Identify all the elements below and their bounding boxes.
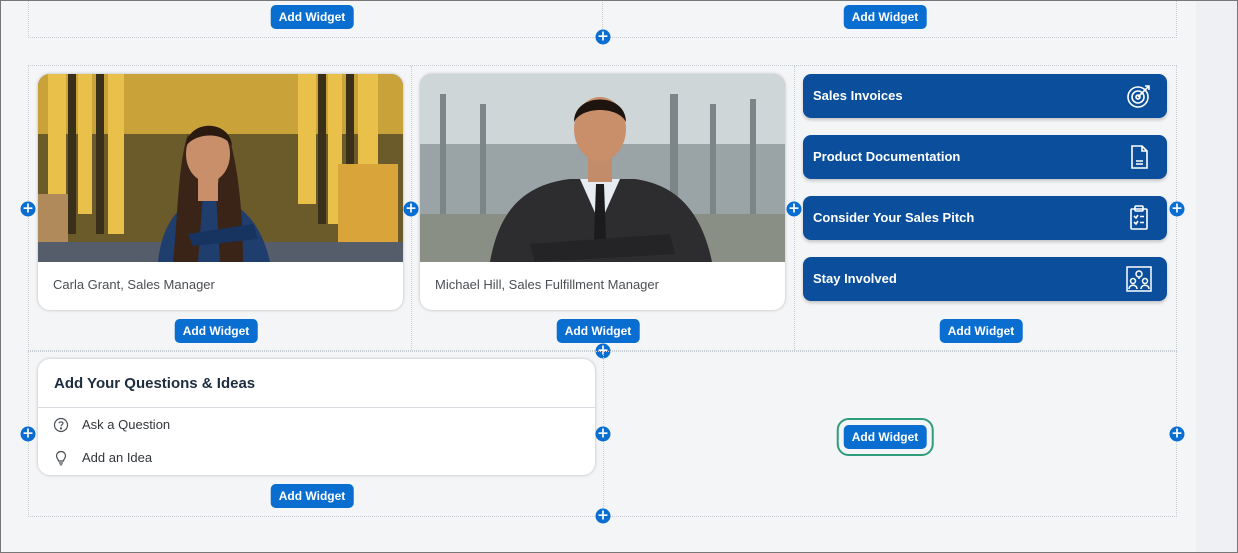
right-gutter xyxy=(1196,0,1237,552)
add-widget-button-highlighted[interactable]: Add Widget xyxy=(836,418,934,456)
tile-stay-involved[interactable]: Stay Involved xyxy=(803,257,1167,301)
tile-label: Stay Involved xyxy=(813,271,897,286)
add-widget-button[interactable]: Add Widget xyxy=(270,484,354,508)
add-widget-button[interactable]: Add Widget xyxy=(270,5,354,29)
add-column-plus-icon[interactable]: + xyxy=(20,426,36,442)
add-column-plus-icon[interactable]: + xyxy=(20,201,36,217)
person-card[interactable]: Michael Hill, Sales Fulfillment Manager xyxy=(420,74,785,310)
item-label: Add an Idea xyxy=(82,450,153,465)
lightbulb-icon xyxy=(55,450,67,466)
person-name: Carla Grant, Sales Manager xyxy=(53,277,215,292)
profile-photo xyxy=(420,74,785,262)
tile-label: Sales Invoices xyxy=(813,88,903,103)
add-widget-button[interactable]: Add Widget xyxy=(939,319,1023,343)
add-row-plus-icon[interactable]: + xyxy=(595,508,611,524)
tile-label: Consider Your Sales Pitch xyxy=(813,210,975,225)
profile-photo xyxy=(38,74,403,262)
tile-product-documentation[interactable]: Product Documentation xyxy=(803,135,1167,179)
add-column-plus-icon[interactable]: + xyxy=(1169,201,1185,217)
target-icon xyxy=(1127,85,1150,108)
card-title: Add Your Questions & Ideas xyxy=(54,375,256,392)
add-widget-button[interactable]: Add Widget xyxy=(843,5,927,29)
clipboard-checklist-icon xyxy=(1130,205,1148,230)
add-widget-button[interactable]: Add Widget xyxy=(556,319,640,343)
add-row-plus-icon[interactable]: + xyxy=(595,29,611,45)
document-icon xyxy=(1131,145,1148,169)
people-location-icon xyxy=(1126,266,1152,292)
questions-ideas-card: Add Your Questions & Ideas Ask a Questio… xyxy=(38,359,595,475)
person-name: Michael Hill, Sales Fulfillment Manager xyxy=(435,277,659,292)
add-widget-button[interactable]: Add Widget xyxy=(174,319,258,343)
item-label: Ask a Question xyxy=(82,417,171,432)
add-column-plus-icon[interactable]: + xyxy=(1169,426,1185,442)
person-card[interactable]: Carla Grant, Sales Manager xyxy=(38,74,403,310)
add-column-plus-icon[interactable]: + xyxy=(403,201,419,217)
add-column-plus-icon[interactable]: + xyxy=(786,201,802,217)
add-column-plus-icon[interactable]: + xyxy=(595,426,611,442)
divider xyxy=(38,407,595,408)
tile-sales-invoices[interactable]: Sales Invoices xyxy=(803,74,1167,118)
question-circle-icon xyxy=(53,417,69,433)
tile-label: Product Documentation xyxy=(813,149,961,164)
tile-consider-your-sales-pitch[interactable]: Consider Your Sales Pitch xyxy=(803,196,1167,240)
